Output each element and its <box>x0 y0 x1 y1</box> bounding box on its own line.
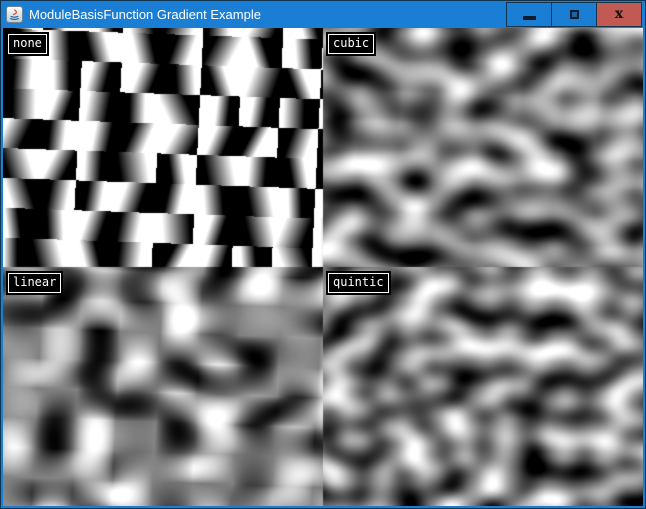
noise-render-area: none cubic linear quintic <box>3 28 643 506</box>
app-window: ModuleBasisFunction Gradient Example x n… <box>0 0 646 509</box>
maximize-button[interactable] <box>551 2 597 27</box>
window-controls: x <box>507 2 642 27</box>
titlebar[interactable]: ModuleBasisFunction Gradient Example x <box>1 1 645 28</box>
panel-label-cubic: cubic <box>328 34 374 54</box>
panel-label-linear: linear <box>8 273 61 293</box>
panel-label-none: none <box>8 34 47 54</box>
maximize-icon <box>570 10 579 19</box>
panel-label-quintic: quintic <box>328 273 389 293</box>
minimize-icon <box>523 16 536 20</box>
close-icon: x <box>615 7 623 21</box>
close-button[interactable]: x <box>596 2 642 27</box>
java-coffee-cup-icon <box>6 6 23 23</box>
minimize-button[interactable] <box>506 2 552 27</box>
noise-canvas <box>3 28 643 506</box>
window-title: ModuleBasisFunction Gradient Example <box>29 1 261 28</box>
